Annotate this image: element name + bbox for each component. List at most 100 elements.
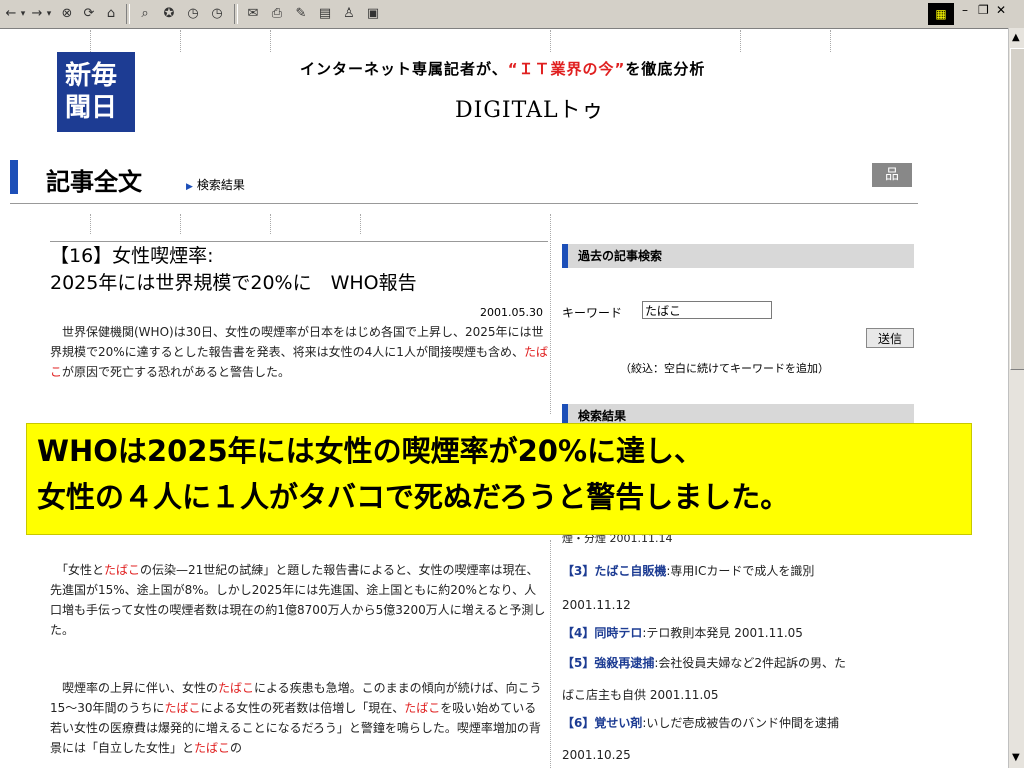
scroll-down-icon[interactable]: ▼: [1012, 752, 1020, 763]
triangle-right-icon: ▶: [186, 182, 193, 192]
guide-line: [830, 30, 832, 52]
breadcrumb[interactable]: ▶ 検索結果: [186, 176, 245, 193]
result-item[interactable]: 【4】同時テロ:テロ教則本発見 2001.11.05: [562, 624, 803, 641]
article-paragraph: 喫煙率の上昇に伴い、女性のたばこによる疾患も急増。このままの傾向が続けば、向こう…: [50, 678, 548, 758]
home-icon[interactable]: ⌂: [102, 4, 120, 24]
guide-line: [270, 214, 272, 234]
scroll-thumb[interactable]: [1010, 48, 1024, 370]
keyword-highlight: たばこ: [104, 563, 141, 577]
forward-dropdown-icon[interactable]: ▾: [44, 4, 54, 24]
keyword-highlight: たばこ: [164, 701, 201, 715]
result-summary: :いしだ壱成被告のバンド仲間を逮捕: [642, 716, 840, 730]
refresh-icon[interactable]: ⟳: [80, 4, 98, 24]
tagline-text: を徹底分析: [625, 60, 706, 78]
back-dropdown-icon[interactable]: ▾: [18, 4, 28, 24]
guide-line: [90, 30, 92, 52]
divider: [10, 203, 918, 204]
keyword-input[interactable]: [642, 301, 772, 319]
guide-line: [180, 30, 182, 52]
result-title[interactable]: 【4】同時テロ: [562, 626, 642, 640]
toolbar-separator: [126, 4, 130, 24]
search-hint: （絞込：空白に続けてキーワードを追加）: [620, 362, 829, 375]
article-paragraph: 「女性とたばこの伝染—21世紀の試練」と題した報告書によると、女性の喫煙率は現在…: [50, 560, 548, 640]
result-item[interactable]: 【6】覚せい剤:いしだ壱成被告のバンド仲間を逮捕: [562, 714, 839, 731]
window-icon[interactable]: ▣: [364, 4, 382, 24]
caption-overlay: WHOは2025年には女性の喫煙率が20%に達し、 女性の４人に１人がタバコで死…: [26, 423, 972, 535]
result-item[interactable]: 【3】たばこ自販機:専用ICカードで成人を識別: [562, 562, 814, 579]
restore-icon[interactable]: ❐: [978, 3, 989, 17]
site-tagline: インターネット専属記者が、“ＩＴ業界の今”を徹底分析: [300, 58, 705, 79]
tagline-text: インターネット専属記者が、: [300, 60, 508, 78]
result-title[interactable]: 【6】覚せい剤: [562, 716, 642, 730]
close-icon[interactable]: ✕: [996, 3, 1006, 17]
paragraph-text: 喫煙率の上昇に伴い、女性の: [50, 681, 219, 695]
column-divider: [550, 540, 552, 768]
result-date: 2001.10.25: [562, 748, 631, 762]
back-icon[interactable]: ←: [4, 4, 18, 24]
edit-icon[interactable]: ✎: [292, 4, 310, 24]
paragraph-text: 世界保健機関(WHO)は30日、女性の喫煙率が日本をはじめ各国で上昇し、2025…: [50, 325, 544, 359]
result-summary: :会社役員夫婦など2件起訴の男、た: [654, 656, 847, 670]
result-date: ばこ店主も自供 2001.11.05: [562, 688, 719, 702]
guide-line: [90, 214, 92, 234]
search-icon[interactable]: ⌕: [136, 4, 154, 24]
result-title[interactable]: 【3】たばこ自販機: [562, 564, 666, 578]
heading-label: 検索結果: [578, 409, 627, 423]
mail-icon[interactable]: ✉: [242, 4, 264, 24]
result-date: 2001.11.12: [562, 598, 631, 612]
vertical-scrollbar[interactable]: ▲ ▼: [1008, 28, 1024, 768]
messenger-icon[interactable]: ♙: [340, 4, 358, 24]
article-title: 【16】女性喫煙率: 2025年には世界規模で20%に WHO報告: [50, 243, 550, 297]
guide-line: [740, 30, 742, 52]
guide-line: [550, 30, 552, 52]
forward-icon[interactable]: →: [30, 4, 44, 24]
paragraph-text: による女性の死者数は倍増し「現在、: [200, 701, 405, 715]
keyword-highlight: たばこ: [218, 681, 255, 695]
heading-label: 過去の記事検索: [578, 249, 663, 263]
guide-line: [360, 214, 362, 234]
section-marker: [10, 160, 18, 194]
submit-button[interactable]: 送信: [866, 328, 914, 348]
paragraph-text: 「女性と: [50, 563, 105, 577]
keyword-highlight: たばこ: [194, 741, 231, 755]
scroll-up-icon[interactable]: ▲: [1012, 32, 1020, 43]
print-icon[interactable]: ⎙: [268, 4, 286, 24]
windows-logo-icon: ▦: [928, 3, 954, 25]
minimize-icon[interactable]: –: [962, 3, 968, 17]
logo-line: 新毎: [65, 61, 118, 91]
caption-line: 女性の４人に１人がタバコで死ぬだろうと警告しました。: [37, 480, 790, 514]
page-title: 記事全文: [46, 167, 142, 196]
breadcrumb-label: 検索結果: [196, 178, 245, 192]
guide-line: [180, 214, 182, 234]
toolbar-separator: [234, 4, 238, 24]
article-title-line: 【16】女性喫煙率:: [50, 245, 214, 267]
article-date: 2001.05.30: [480, 306, 543, 319]
tagline-highlight: “ＩＴ業界の今”: [507, 60, 626, 78]
column-divider: [550, 214, 552, 414]
result-title[interactable]: 【5】強殺再逮捕: [562, 656, 654, 670]
article-paragraph: 世界保健機関(WHO)は30日、女性の喫煙率が日本をはじめ各国で上昇し、2025…: [50, 322, 548, 382]
search-panel-heading: 過去の記事検索: [562, 244, 914, 268]
sitemap-icon[interactable]: 品: [872, 163, 912, 187]
discuss-icon[interactable]: ▤: [316, 4, 334, 24]
logo-line: 聞日: [65, 93, 118, 123]
site-logo[interactable]: 新毎 聞日: [57, 52, 135, 132]
browser-toolbar: ← ▾ → ▾ ⊗ ⟳ ⌂ ⌕ ✪ ◷ ◷ ✉ ⎙ ✎ ▤ ♙ ▣ ▦ – ❐ …: [0, 0, 1024, 29]
media-icon[interactable]: ◷: [208, 4, 226, 24]
paragraph-text: が原因で死亡する恐れがあると警告した。: [62, 365, 291, 379]
divider: [50, 241, 548, 242]
keyword-label: キーワード: [562, 306, 623, 320]
favorites-icon[interactable]: ✪: [160, 4, 178, 24]
article-title-line: 2025年には世界規模で20%に WHO報告: [50, 272, 417, 294]
history-icon[interactable]: ◷: [184, 4, 202, 24]
paragraph-text: の: [230, 741, 243, 755]
caption-line: WHOは2025年には女性の喫煙率が20%に達し、: [37, 434, 704, 468]
result-summary: :専用ICカードで成人を識別: [666, 564, 815, 578]
keyword-highlight: たばこ: [404, 701, 441, 715]
stop-icon[interactable]: ⊗: [58, 4, 76, 24]
result-item[interactable]: 【5】強殺再逮捕:会社役員夫婦など2件起訴の男、た: [562, 654, 846, 671]
heading-marker: [562, 244, 568, 268]
guide-line: [270, 30, 272, 52]
result-summary: :テロ教則本発見 2001.11.05: [642, 626, 803, 640]
site-title: DIGITALトゥ: [455, 98, 605, 123]
